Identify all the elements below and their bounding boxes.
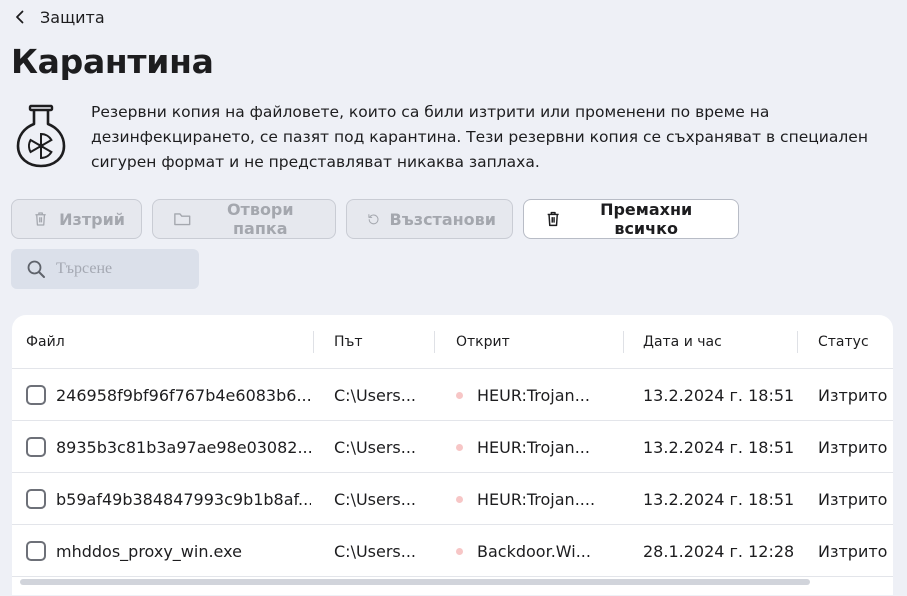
- radiation-flask-icon: [16, 104, 66, 168]
- table-header: Файл Път Открит Дата и час Статус: [12, 315, 893, 369]
- detected-cell: HEUR:Trojan...: [456, 369, 616, 421]
- trash-icon: [547, 211, 559, 227]
- column-header-file[interactable]: Файл: [26, 315, 65, 369]
- threat-dot-icon: [456, 391, 463, 399]
- remove-all-button[interactable]: Премахни всичко: [523, 199, 739, 239]
- detected-cell: HEUR:Trojan...: [456, 421, 616, 473]
- row-checkbox[interactable]: [26, 489, 46, 509]
- detected-name: HEUR:Trojan...: [477, 437, 590, 457]
- restore-icon: [368, 214, 379, 225]
- row-checkbox[interactable]: [26, 385, 46, 405]
- search-input[interactable]: [56, 260, 196, 278]
- remove-all-label: Премахни всичко: [600, 200, 693, 238]
- status-text: Изтрито: [818, 385, 888, 405]
- file-name: 246958f9bf96f767b4e6083b6...: [56, 385, 311, 405]
- column-resize-handle[interactable]: [623, 331, 624, 353]
- file-path: C:\Users...: [334, 541, 417, 561]
- column-header-detected[interactable]: Открит: [456, 315, 510, 369]
- column-header-path[interactable]: Път: [334, 315, 363, 369]
- search-icon: [27, 260, 45, 278]
- table-row[interactable]: b59af49b384847993c9b1b8af... C:\Users...…: [12, 473, 893, 525]
- status-text: Изтрито: [818, 437, 888, 457]
- table-row[interactable]: 246958f9bf96f767b4e6083b6... C:\Users...…: [12, 369, 893, 421]
- row-checkbox[interactable]: [26, 437, 46, 457]
- detected-name: Backdoor.Wi...: [477, 541, 591, 561]
- threat-dot-icon: [456, 495, 463, 503]
- back-label: Защита: [40, 7, 105, 27]
- detected-cell: Backdoor.Wi...: [456, 525, 616, 577]
- detection-datetime: 13.2.2024 г. 18:51: [643, 437, 793, 457]
- detection-datetime: 13.2.2024 г. 18:51: [643, 489, 793, 509]
- detection-datetime: 13.2.2024 г. 18:51: [643, 385, 793, 405]
- quarantine-description: Резервни копия на файловете, които са би…: [91, 103, 868, 171]
- open-folder-label: Отвори папка: [226, 200, 294, 238]
- open-folder-button[interactable]: Отвори папка: [152, 199, 336, 239]
- file-name: b59af49b384847993c9b1b8af...: [56, 489, 311, 509]
- delete-label: Изтрий: [59, 209, 125, 229]
- page-title: Карантина: [11, 42, 214, 81]
- column-header-datetime[interactable]: Дата и час: [643, 315, 722, 369]
- file-name: mhddos_proxy_win.exe: [56, 541, 242, 561]
- detected-cell: HEUR:Trojan....: [456, 473, 616, 525]
- file-path: C:\Users...: [334, 489, 417, 509]
- column-resize-handle[interactable]: [434, 331, 435, 353]
- back-button[interactable]: Защита: [12, 6, 105, 28]
- detection-datetime: 28.1.2024 г. 12:28: [643, 541, 793, 561]
- toolbar: Изтрий Отвори папка Възстанови Премахни …: [11, 199, 739, 239]
- file-name: 8935b3c81b3a97ae98e03082...: [56, 437, 311, 457]
- table-row[interactable]: mhddos_proxy_win.exe C:\Users... Backdoo…: [12, 525, 893, 577]
- file-path: C:\Users...: [334, 437, 417, 457]
- row-checkbox[interactable]: [26, 541, 46, 561]
- column-resize-handle[interactable]: [313, 331, 314, 353]
- threat-dot-icon: [456, 443, 463, 451]
- horizontal-scrollbar[interactable]: [20, 579, 810, 585]
- detected-name: HEUR:Trojan...: [477, 385, 590, 405]
- file-path: C:\Users...: [334, 385, 417, 405]
- status-text: Изтрито: [818, 541, 888, 561]
- restore-label: Възстанови: [389, 209, 496, 229]
- quarantine-table: Файл Път Открит Дата и час Статус 246958…: [12, 315, 893, 595]
- delete-button[interactable]: Изтрий: [11, 199, 142, 239]
- table-row[interactable]: 8935b3c81b3a97ae98e03082... C:\Users... …: [12, 421, 893, 473]
- chevron-left-icon: [16, 10, 24, 24]
- detected-name: HEUR:Trojan....: [477, 489, 596, 509]
- folder-icon: [174, 213, 191, 226]
- restore-button[interactable]: Възстанови: [346, 199, 513, 239]
- column-resize-handle[interactable]: [797, 331, 798, 353]
- search-box[interactable]: [11, 249, 199, 289]
- threat-dot-icon: [456, 547, 463, 555]
- column-header-status[interactable]: Статус: [818, 315, 869, 369]
- status-text: Изтрито: [818, 489, 888, 509]
- trash-icon: [35, 212, 46, 226]
